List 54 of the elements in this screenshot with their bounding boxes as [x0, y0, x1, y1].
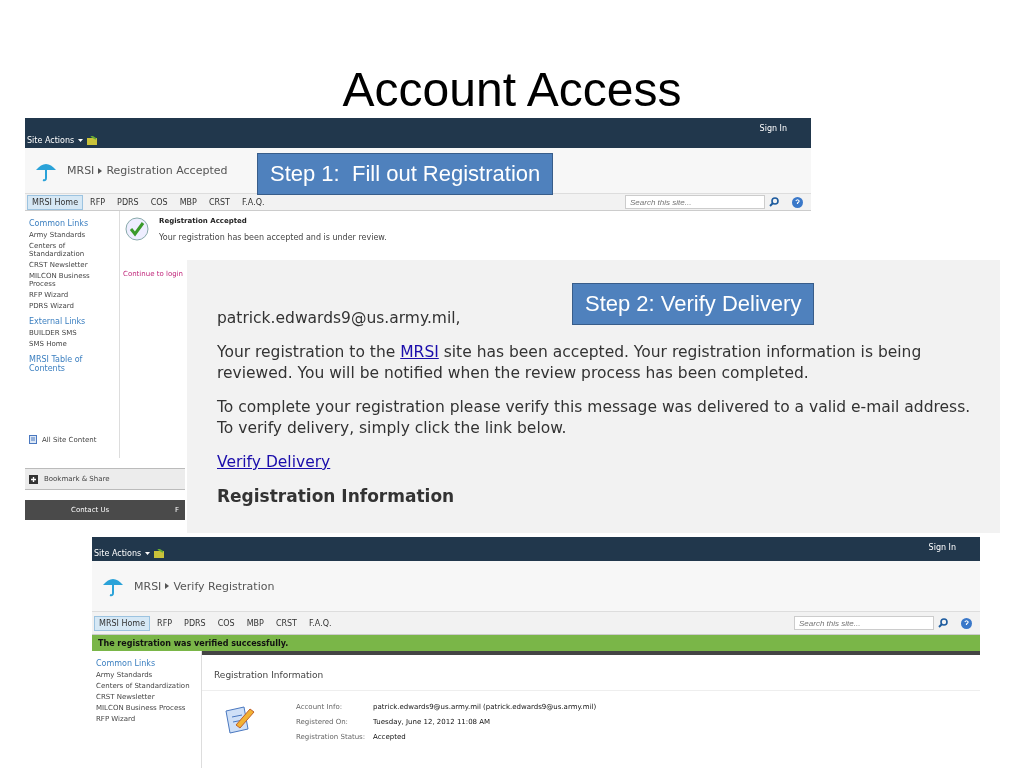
nav-tab[interactable]: CRST: [203, 194, 235, 210]
breadcrumb-link[interactable]: MRSI: [67, 164, 95, 177]
search-field[interactable]: Search this site...: [794, 616, 934, 630]
step-callout: Step 1: Fill out Registration: [257, 153, 554, 195]
search-icon[interactable]: [938, 618, 948, 628]
sidebar-heading[interactable]: Common Links: [96, 659, 197, 668]
search-field[interactable]: Search this site...: [625, 195, 765, 209]
checkmark-icon: [125, 217, 149, 241]
caret-icon: [145, 552, 151, 555]
breadcrumb-link[interactable]: MRSI: [134, 579, 162, 593]
site-actions-menu[interactable]: Site Actions: [27, 136, 84, 145]
plus-icon: [29, 474, 38, 484]
folder-icon[interactable]: [87, 136, 98, 145]
nav-tab[interactable]: RFP: [152, 615, 178, 631]
sidebar-heading[interactable]: MRSI Table of Contents: [29, 355, 115, 373]
nav-tab[interactable]: PDRS: [112, 194, 144, 210]
site-link[interactable]: MRSI: [400, 343, 439, 361]
email-paragraph: To complete your registration please verify this message was delivered to a valid e-mail address. To verify delivery, simply click the link below.: [217, 397, 972, 439]
step-callout: Step 2: Verify Delivery: [572, 283, 815, 325]
notepad-pencil-icon: [222, 703, 256, 735]
section-title: Registration Information: [214, 670, 324, 680]
sign-in-link[interactable]: Sign In: [928, 543, 956, 552]
success-banner: The registration was verified successfully.: [92, 635, 980, 651]
nav-tab[interactable]: PDRS: [179, 615, 211, 631]
folder-icon[interactable]: [154, 549, 165, 558]
nav-tab[interactable]: COS: [212, 615, 240, 631]
nav-tab[interactable]: F.A.Q.: [237, 194, 270, 210]
sidebar-heading[interactable]: Common Links: [29, 219, 115, 228]
breadcrumb-arrow-icon: [165, 583, 170, 589]
page-title: Verify Registration: [173, 579, 275, 593]
nav-tab[interactable]: RFP: [85, 194, 111, 210]
email-greeting: patrick.edwards9@us.army.mil,: [217, 308, 462, 329]
nav-tab[interactable]: MBP: [241, 615, 269, 631]
email-paragraph: Your registration to the MRSI site has been accepted. Your registration information is being reviewed. You will be notified when the review process has been completed.: [217, 342, 923, 384]
document-icon: [29, 435, 38, 444]
nav-tab[interactable]: F.A.Q.: [304, 615, 337, 631]
email-heading: Registration Information: [217, 486, 456, 506]
site-actions-menu[interactable]: Site Actions: [94, 549, 151, 558]
caret-icon: [78, 139, 84, 142]
nav-tab[interactable]: MRSI Home: [27, 194, 84, 210]
help-icon[interactable]: [960, 617, 972, 629]
help-icon[interactable]: [791, 196, 803, 208]
message-text: Your registration has been accepted and is under review.: [159, 233, 387, 242]
breadcrumb-arrow-icon: [98, 167, 103, 174]
nav-tab[interactable]: COS: [145, 194, 173, 210]
page-title: Registration Accepted: [106, 164, 228, 177]
slide-title: Account Access: [341, 62, 683, 117]
sign-in-link[interactable]: Sign In: [759, 124, 787, 133]
nav-tab[interactable]: MRSI Home: [94, 615, 151, 631]
search-icon[interactable]: [769, 197, 779, 207]
sidebar-heading[interactable]: External Links: [29, 317, 115, 326]
nav-tab[interactable]: CRST: [270, 615, 302, 631]
verify-delivery-link[interactable]: Verify Delivery: [217, 453, 331, 471]
nav-tab[interactable]: MBP: [174, 194, 202, 210]
